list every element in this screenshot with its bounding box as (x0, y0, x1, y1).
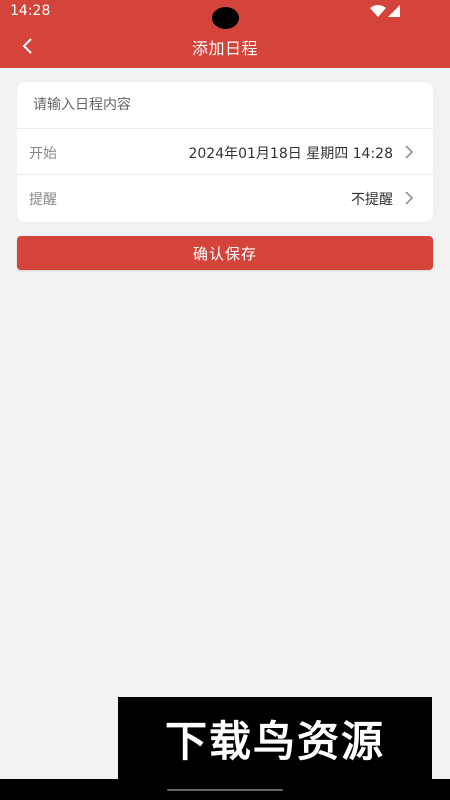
status-bar: 14:28 (0, 0, 450, 29)
reminder-row[interactable]: 提醒 不提醒 (17, 174, 433, 220)
save-button[interactable]: 确认保存 (17, 236, 433, 270)
schedule-form-card: 开始 2024年01月18日 星期四 14:28 提醒 不提醒 (17, 82, 433, 222)
watermark-text: 下载鸟资源 (164, 716, 385, 766)
gesture-handle[interactable] (167, 789, 283, 791)
status-time: 14:28 (10, 3, 51, 19)
schedule-content-input[interactable] (17, 82, 433, 128)
start-label: 开始 (29, 146, 57, 162)
status-icons (370, 5, 402, 17)
watermark-logo: 下载鸟资源 (118, 697, 432, 779)
reminder-label: 提醒 (29, 192, 57, 208)
chevron-right-icon (405, 191, 414, 205)
app-header: 14:28 添加日程 (0, 0, 450, 68)
wifi-icon (370, 5, 386, 17)
signal-icon (388, 5, 400, 17)
reminder-value: 不提醒 (351, 192, 393, 208)
nav-bar: 添加日程 (0, 24, 450, 68)
start-datetime-value: 2024年01月18日 星期四 14:28 (188, 146, 393, 162)
gesture-navigation-bar (0, 779, 450, 800)
start-time-row[interactable]: 开始 2024年01月18日 星期四 14:28 (17, 128, 433, 174)
page-title: 添加日程 (191, 39, 258, 58)
chevron-right-icon (405, 145, 414, 159)
